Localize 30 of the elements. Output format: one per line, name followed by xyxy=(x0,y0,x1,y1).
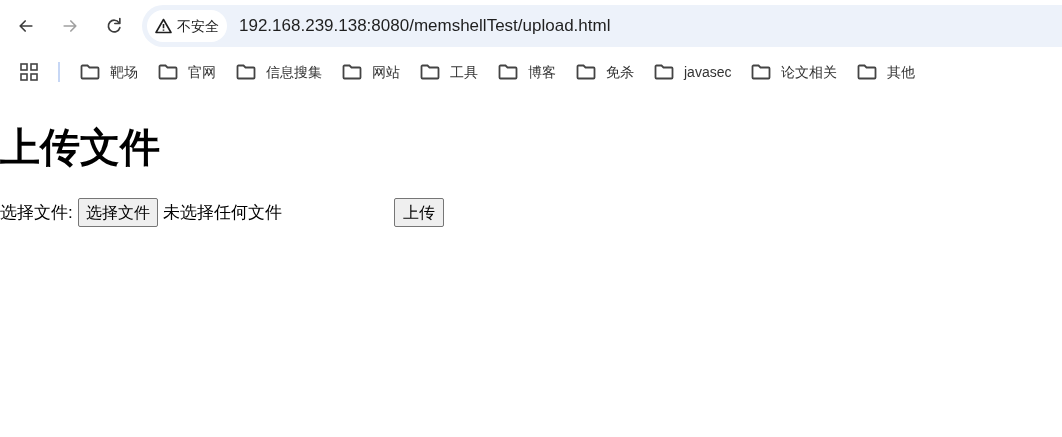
bookmark-folder[interactable]: 博客 xyxy=(488,57,566,87)
folder-icon xyxy=(158,64,178,80)
folder-icon xyxy=(576,64,596,80)
url-text[interactable]: 192.168.239.138:8080/memshellTest/upload.html xyxy=(239,13,611,39)
bookmark-folder[interactable]: 信息搜集 xyxy=(226,57,332,87)
bookmark-folder[interactable]: 免杀 xyxy=(566,57,644,87)
folder-icon xyxy=(236,64,256,80)
folder-icon xyxy=(857,64,878,80)
folder-icon xyxy=(420,64,440,80)
bookmark-folder[interactable]: javasec xyxy=(644,57,742,87)
security-chip[interactable]: 不安全 xyxy=(147,10,227,42)
folder-icon xyxy=(80,64,100,80)
bookmark-folder[interactable]: 网站 xyxy=(332,57,410,87)
apps-grid-icon[interactable] xyxy=(20,63,38,81)
bookmark-folder[interactable]: 官网 xyxy=(148,57,226,87)
bookmark-folder[interactable]: 其他 xyxy=(847,57,926,87)
folder-icon xyxy=(498,64,518,80)
upload-button[interactable]: 上传 xyxy=(393,198,444,227)
folder-icon xyxy=(751,64,772,80)
file-status: 未选择任何文件 xyxy=(162,201,283,224)
bookmark-folder[interactable]: 论文相关 xyxy=(741,57,848,87)
bookmark-folder[interactable]: 工具 xyxy=(410,57,488,87)
folder-icon xyxy=(342,64,362,80)
bookmark-folder[interactable]: 靶场 xyxy=(70,57,148,87)
address-bar[interactable]: 不安全 192.168.239.138:8080/memshellTest/upload.html xyxy=(142,5,1062,47)
field-label: 选择文件: xyxy=(0,201,73,224)
folder-icon xyxy=(654,64,674,80)
choose-file-button[interactable]: 选择文件 xyxy=(77,198,158,227)
page-heading: 上传文件 xyxy=(0,124,160,171)
warning-icon xyxy=(155,18,172,34)
